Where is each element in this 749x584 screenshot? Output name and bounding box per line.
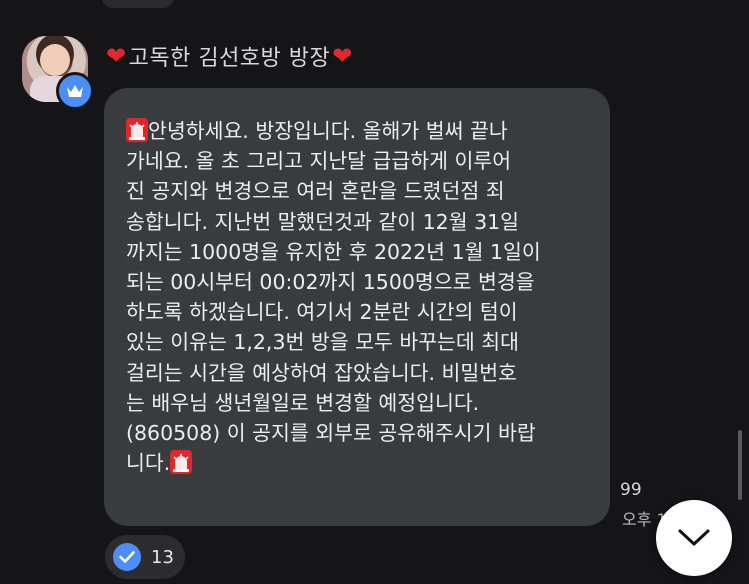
scroll-down-button[interactable] bbox=[656, 500, 732, 576]
check-icon bbox=[113, 543, 141, 571]
sender-name: 고독한 김선호방 방장 bbox=[128, 46, 331, 71]
red-heart-icon: ❤ bbox=[332, 42, 353, 70]
reaction-chip[interactable]: 13 bbox=[105, 535, 185, 579]
sender-name-row[interactable]: ❤ 고독한 김선호방 방장 ❤ bbox=[106, 40, 353, 72]
siren-icon bbox=[126, 118, 148, 142]
red-heart-icon: ❤ bbox=[106, 42, 127, 70]
message-last-line: 니다. bbox=[126, 451, 171, 476]
chevron-down-icon bbox=[678, 529, 710, 546]
crown-icon bbox=[56, 72, 94, 110]
message-line-1: 안녕하세요. 방장입니다. 올해가 벌써 끝나 bbox=[148, 119, 508, 143]
reaction-count: 13 bbox=[151, 546, 174, 568]
previous-message-bubble bbox=[102, 0, 174, 8]
message-body: 가네요. 올 초 그리고 지난달 급급하게 이루어 진 공지와 변경으로 여러 … bbox=[126, 149, 541, 446]
unread-count: 99 bbox=[620, 480, 642, 500]
siren-icon bbox=[170, 450, 193, 475]
avatar-face bbox=[40, 44, 70, 76]
message-bubble[interactable]: 안녕하세요. 방장입니다. 올해가 벌써 끝나 가네요. 올 초 그리고 지난달… bbox=[104, 88, 610, 526]
message-text: 안녕하세요. 방장입니다. 올해가 벌써 끝나 가네요. 올 초 그리고 지난달… bbox=[126, 116, 594, 478]
scrollbar[interactable] bbox=[738, 430, 742, 500]
